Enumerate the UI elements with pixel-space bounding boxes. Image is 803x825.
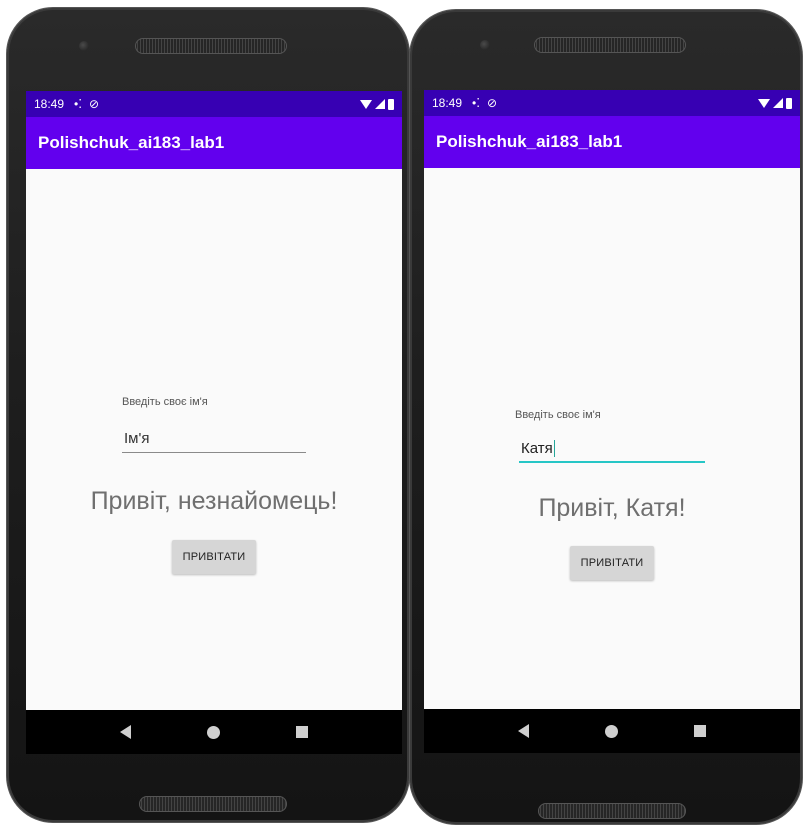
app-bar: Polishchuk_ai183_lab1	[26, 117, 402, 169]
greet-button[interactable]: ПРИВІТАТИ	[172, 540, 256, 574]
app-title: Polishchuk_ai183_lab1	[436, 132, 623, 151]
nav-recents-icon[interactable]	[694, 725, 706, 737]
nav-back-icon[interactable]	[518, 724, 529, 738]
bottom-speaker	[538, 803, 686, 819]
signal-icon	[375, 99, 385, 109]
greet-button[interactable]: ПРИВІТАТИ	[570, 546, 654, 580]
phone-right: 18:49 •⁚ ⊘ Polishchuk_ai183_lab1 Введіть…	[410, 10, 802, 824]
name-input[interactable]: Ім'я	[122, 425, 306, 453]
battery-icon	[786, 97, 792, 109]
wifi-icon	[758, 98, 770, 108]
status-time: 18:49	[34, 97, 65, 111]
navigation-bar	[26, 710, 402, 754]
app-title: Polishchuk_ai183_lab1	[38, 133, 225, 152]
bottom-speaker	[139, 796, 287, 812]
main-content: Введіть своє ім'я Катя Привіт, Катя! ПРИ…	[424, 168, 800, 717]
status-time: 18:49	[432, 96, 463, 110]
name-input-placeholder: Ім'я	[124, 430, 150, 447]
status-bar: 18:49 •⁚ ⊘	[424, 90, 800, 116]
screen-right: 18:49 •⁚ ⊘ Polishchuk_ai183_lab1 Введіть…	[424, 90, 800, 753]
name-input[interactable]: Катя	[519, 435, 705, 463]
top-speaker	[534, 37, 686, 53]
nav-recents-icon[interactable]	[296, 726, 308, 738]
nav-home-icon[interactable]	[207, 725, 220, 739]
notification-dots-icon: •⁚	[74, 97, 83, 111]
wifi-icon	[360, 99, 372, 109]
name-hint-label: Введіть своє ім'я	[122, 396, 208, 408]
screen-left: 18:49 •⁚ ⊘ Polishchuk_ai183_lab1 Введіть…	[26, 91, 402, 754]
top-speaker	[135, 38, 287, 54]
app-bar: Polishchuk_ai183_lab1	[424, 116, 800, 168]
nav-back-icon[interactable]	[120, 725, 131, 739]
navigation-bar	[424, 709, 800, 753]
signal-icon	[773, 98, 783, 108]
battery-icon	[388, 98, 394, 110]
greeting-text: Привіт, незнайомець!	[90, 487, 338, 515]
greeting-text: Привіт, Катя!	[538, 494, 686, 522]
data-saver-icon: ⊘	[89, 97, 100, 111]
phone-left: 18:49 •⁚ ⊘ Polishchuk_ai183_lab1 Введіть…	[7, 8, 409, 822]
name-hint-label: Введіть своє ім'я	[515, 409, 601, 421]
main-content: Введіть своє ім'я Ім'я Привіт, незнайоме…	[26, 169, 402, 718]
front-camera-icon	[480, 40, 490, 50]
front-camera-icon	[79, 41, 89, 51]
name-input-value: Катя	[521, 439, 553, 457]
notification-dots-icon: •⁚	[472, 96, 481, 110]
data-saver-icon: ⊘	[487, 96, 498, 110]
text-caret	[553, 439, 555, 457]
status-bar: 18:49 •⁚ ⊘	[26, 91, 402, 117]
nav-home-icon[interactable]	[605, 724, 618, 738]
